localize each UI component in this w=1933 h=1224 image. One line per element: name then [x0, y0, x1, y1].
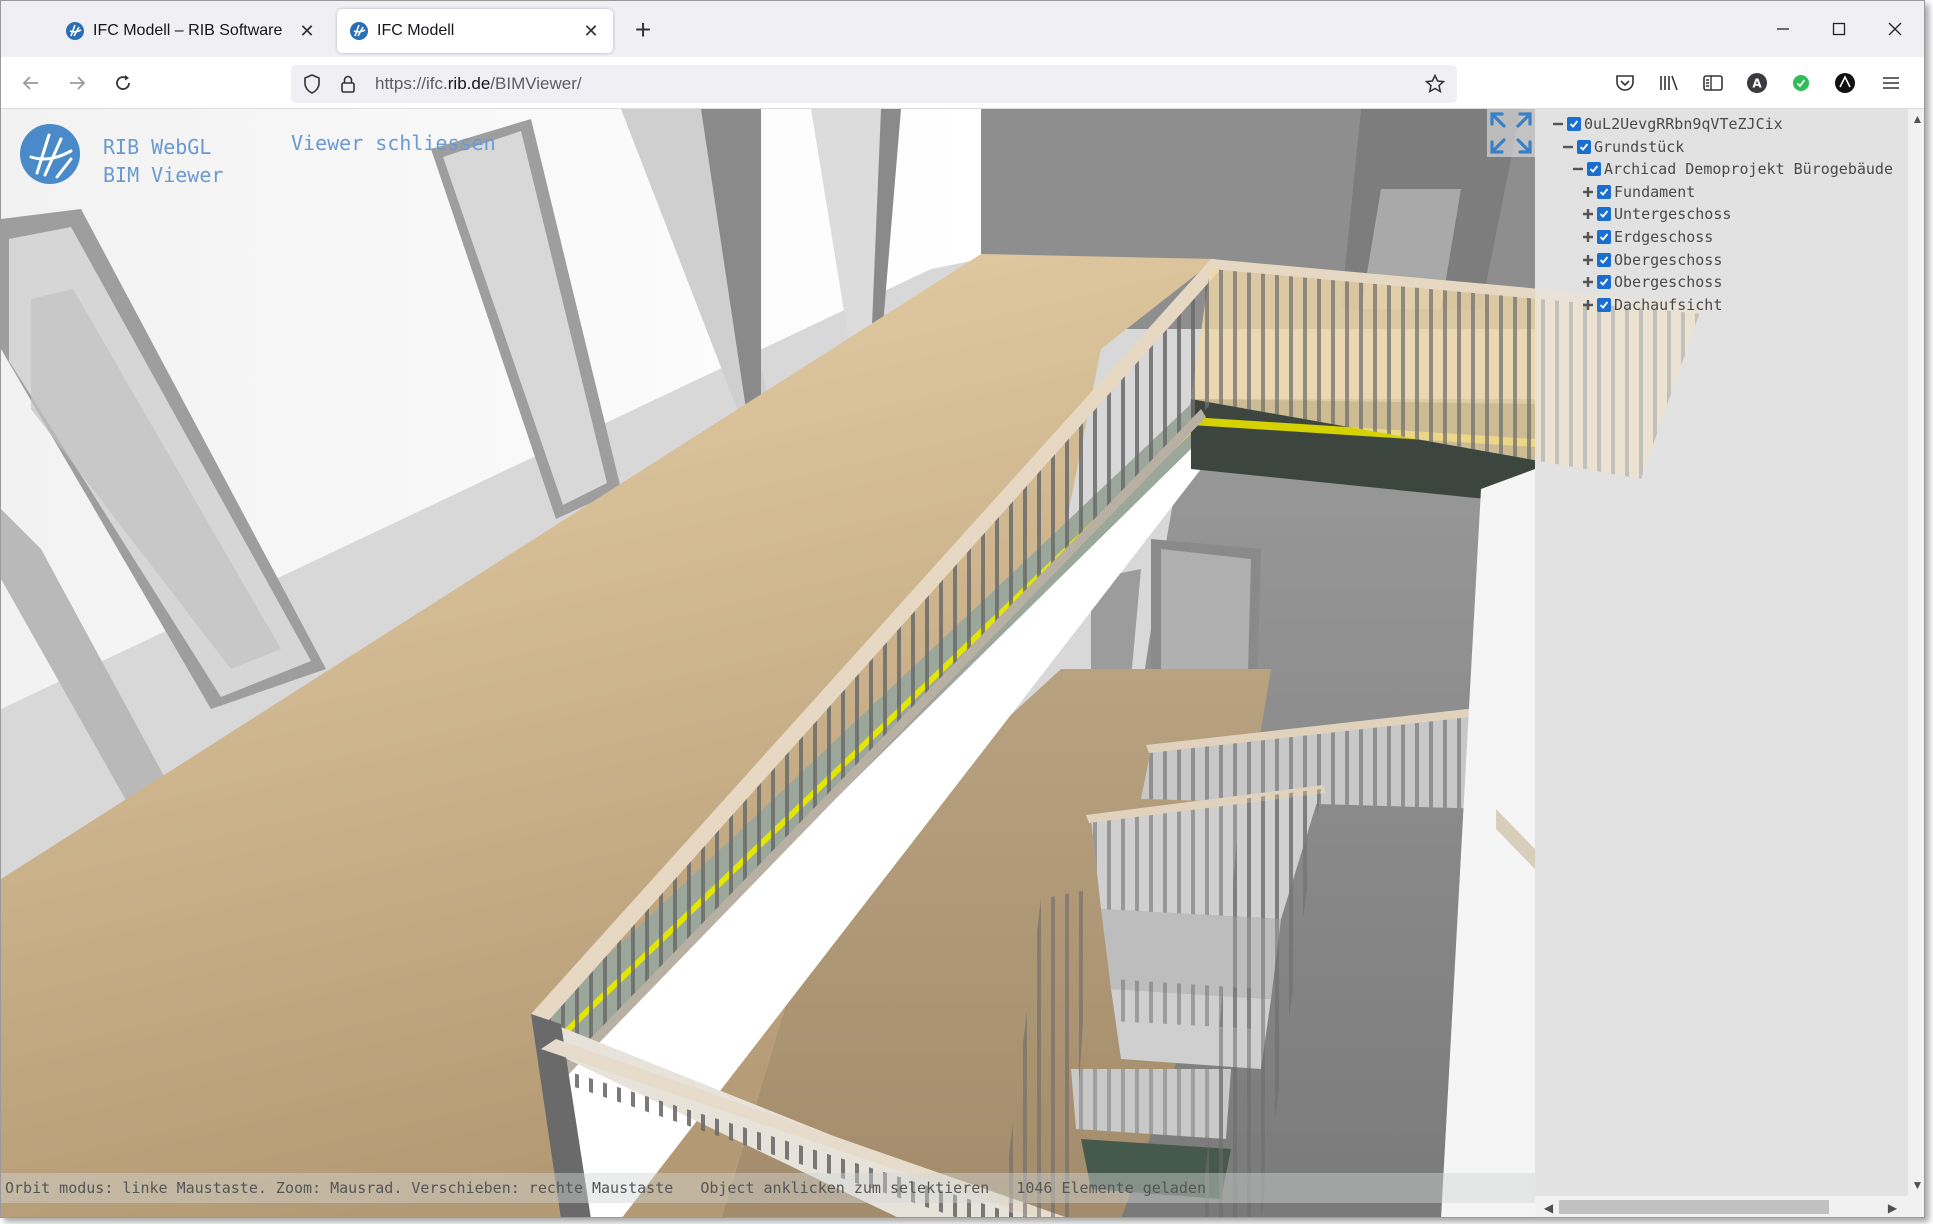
scroll-up-icon[interactable]: ▲ [1908, 109, 1924, 129]
url-bar[interactable]: https://ifc.rib.de/BIMViewer/ [291, 65, 1457, 103]
tree-item[interactable]: Grundstück [1561, 136, 1684, 158]
tree-checkbox[interactable] [1587, 162, 1601, 177]
tree-item-label: Archicad Demoprojekt Bürogebäude [1604, 160, 1893, 179]
account-icon[interactable]: A [1743, 69, 1771, 97]
close-tab-icon[interactable]: ✕ [297, 21, 317, 41]
svg-text:A: A [1752, 77, 1762, 91]
browser-window: IFC Modell – RIB Software ✕ IFC Modell ✕… [0, 0, 1925, 1218]
viewer-brand: RIB WebGL BIM Viewer [19, 123, 223, 189]
sidebar-icon[interactable] [1699, 69, 1727, 97]
status-count-text: 1046 Elemente geladen [1016, 1179, 1206, 1197]
expand-icon[interactable] [1581, 185, 1595, 199]
extension-icon[interactable] [1787, 69, 1815, 97]
tree-checkbox[interactable] [1597, 252, 1611, 267]
menu-icon[interactable] [1877, 69, 1905, 97]
webgl-viewport[interactable]: RIB WebGL BIM Viewer Viewer schliessen 0… [1, 109, 1924, 1217]
scroll-right-icon[interactable]: ▶ [1883, 1198, 1902, 1217]
vertical-scrollbar[interactable]: ▲ ▼ [1907, 109, 1924, 1195]
navigation-bar: https://ifc.rib.de/BIMViewer/ A [1, 57, 1924, 109]
model-tree-panel: 0uL2UevgRRbn9qVTeZJCix Grundstück Archicad… [1535, 109, 1907, 1195]
tree-checkbox[interactable] [1567, 117, 1581, 131]
status-help-text: Orbit modus: linke Maustaste. Zoom: Maus… [5, 1179, 674, 1197]
tree-item[interactable]: Obergeschoss [1581, 249, 1722, 271]
new-tab-icon[interactable]: + [627, 15, 659, 47]
lock-icon[interactable] [333, 69, 363, 99]
viewer-title: RIB WebGL BIM Viewer [103, 133, 223, 189]
expand-icon[interactable] [1581, 275, 1595, 289]
tab-ifc-modell[interactable]: IFC Modell ✕ [337, 9, 613, 53]
tree-checkbox[interactable] [1577, 139, 1591, 154]
tab-strip: IFC Modell – RIB Software ✕ IFC Modell ✕… [1, 1, 1924, 57]
url-path: /BIMViewer/ [490, 74, 582, 93]
brand-line-2: BIM Viewer [103, 163, 224, 187]
maximize-icon[interactable] [1819, 11, 1859, 47]
tree-item[interactable]: Fundament [1581, 181, 1695, 203]
reload-icon[interactable] [107, 67, 139, 99]
tree-item-label: Erdgeschoss [1614, 228, 1714, 246]
tree-item[interactable]: Erdgeschoss [1581, 226, 1713, 248]
tree-checkbox[interactable] [1597, 184, 1611, 199]
bookmark-star-icon[interactable] [1419, 68, 1451, 100]
close-tab-icon[interactable]: ✕ [581, 21, 601, 41]
tree-item-label: Grundstück [1594, 137, 1685, 156]
profile-icon[interactable] [1831, 69, 1859, 97]
tree-item-label: Obergeschoss [1614, 250, 1723, 269]
library-icon[interactable] [1655, 69, 1683, 97]
rib-favicon-icon [66, 22, 84, 40]
expand-icon[interactable] [1581, 230, 1595, 244]
tree-item-label: Untergeschoss [1614, 205, 1732, 224]
tree-item-label: Obergeschoss [1614, 273, 1723, 292]
tab-ifc-modell-rib-software[interactable]: IFC Modell – RIB Software ✕ [53, 9, 329, 53]
url-text[interactable]: https://ifc.rib.de/BIMViewer/ [375, 74, 1419, 94]
tree-item[interactable]: Untergeschoss [1581, 203, 1731, 225]
expand-icon[interactable] [1581, 207, 1595, 221]
tree-checkbox[interactable] [1597, 230, 1611, 244]
tree-item[interactable]: 0uL2UevgRRbn9qVTeZJCix [1551, 113, 1783, 135]
rib-favicon-icon [350, 22, 368, 40]
url-domain: rib.de [447, 74, 491, 93]
close-viewer-link[interactable]: Viewer schliessen [291, 131, 496, 155]
status-hint-text: Object anklicken zum selektieren [700, 1179, 990, 1197]
minimize-icon[interactable] [1763, 11, 1803, 47]
expand-icon[interactable] [1581, 298, 1595, 312]
brand-line-1: RIB WebGL [103, 135, 212, 159]
fullscreen-icon[interactable] [1487, 109, 1535, 157]
scroll-corner [1907, 1195, 1924, 1217]
close-window-icon[interactable] [1875, 11, 1915, 47]
collapse-icon[interactable] [1561, 140, 1575, 154]
back-icon[interactable] [15, 67, 47, 99]
tree-checkbox[interactable] [1597, 207, 1611, 222]
tree-item[interactable]: Archicad Demoprojekt Bürogebäude [1571, 158, 1893, 180]
tree-item[interactable]: Dachaufsicht [1581, 294, 1722, 316]
forward-icon[interactable] [61, 67, 93, 99]
pocket-icon[interactable] [1611, 69, 1639, 97]
shield-icon[interactable] [297, 69, 327, 99]
collapse-icon[interactable] [1571, 162, 1585, 176]
tab-label: IFC Modell – RIB Software [93, 22, 283, 39]
tree-checkbox[interactable] [1597, 297, 1611, 312]
tab-label: IFC Modell [377, 22, 455, 39]
collapse-icon[interactable] [1551, 117, 1565, 131]
expand-icon[interactable] [1581, 253, 1595, 267]
horizontal-scrollbar[interactable]: ◀ ▶ [1535, 1195, 1907, 1217]
rib-logo-icon [20, 124, 80, 184]
scroll-down-icon[interactable]: ▼ [1908, 1175, 1924, 1195]
scroll-thumb[interactable] [1559, 1200, 1829, 1214]
url-host: https://ifc. [375, 74, 448, 93]
tree-item-label: Fundament [1614, 182, 1696, 201]
tree-item-label: 0uL2UevgRRbn9qVTeZJCix [1584, 115, 1783, 133]
tree-checkbox[interactable] [1597, 275, 1611, 290]
scroll-left-icon[interactable]: ◀ [1539, 1198, 1558, 1217]
tree-item[interactable]: Obergeschoss [1581, 271, 1722, 293]
status-bar: Orbit modus: linke Maustaste. Zoom: Maus… [1, 1173, 1535, 1203]
tree-item-label: Dachaufsicht [1614, 295, 1723, 314]
